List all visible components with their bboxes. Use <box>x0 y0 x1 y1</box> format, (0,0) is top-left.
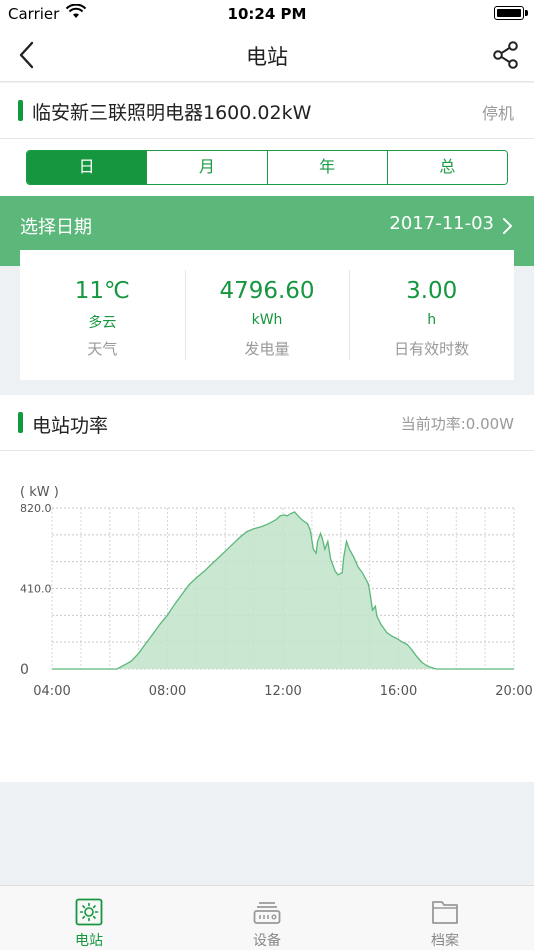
x-tick-label: 12:00 <box>264 684 301 699</box>
power-chart-panel: ( kW ) 820.0 410.0 0 04:00 08:00 12:00 16:00 20:… <box>0 451 534 782</box>
stat-unit: h <box>427 312 437 328</box>
x-tick-label: 20:00 <box>495 684 532 699</box>
date-selector-label: 选择日期 <box>20 217 92 238</box>
bottom-tab-bar: 电站 设备 档案 <box>0 885 534 950</box>
current-power: 当前功率:0.00W <box>400 415 514 433</box>
tabbar-item-device[interactable]: 设备 <box>178 886 356 950</box>
inverter-icon <box>253 898 281 926</box>
battery-icon <box>494 6 528 20</box>
stat-caption: 发电量 <box>244 340 290 358</box>
stat-value: 11℃ <box>74 278 130 304</box>
tab-total[interactable]: 总 <box>387 151 507 184</box>
power-section-header: 电站功率 当前功率:0.00W <box>0 395 534 451</box>
period-tabs-container: 日 月 年 总 <box>0 139 534 196</box>
section-marker <box>18 100 23 121</box>
station-header: 临安新三联照明电器1600.02kW 停机 <box>0 83 534 139</box>
y-tick-label: 0 <box>20 662 29 678</box>
y-tick-label: 820.0 <box>20 502 52 515</box>
y-axis-label: ( kW ) <box>20 485 59 500</box>
selected-date: 2017-11-03 <box>389 213 494 234</box>
section-marker <box>18 412 23 433</box>
weather-stat: 11℃ 多云 天气 <box>20 250 185 380</box>
tab-day[interactable]: 日 <box>27 151 148 184</box>
stat-unit: 多云 <box>88 315 117 331</box>
stat-value: 4796.60 <box>219 278 315 304</box>
y-tick-label: 410.0 <box>20 583 52 596</box>
tabbar-item-station[interactable]: 电站 <box>0 886 178 950</box>
generation-stat: 4796.60 kWh 发电量 <box>184 250 350 380</box>
tabbar-item-archive[interactable]: 档案 <box>356 886 534 950</box>
nav-bar: 电站 <box>0 28 534 82</box>
effective-hours-stat: 3.00 h 日有效时数 <box>349 250 514 380</box>
folder-icon <box>431 898 459 926</box>
station-name: 临安新三联照明电器1600.02kW <box>32 102 312 124</box>
tab-year[interactable]: 年 <box>267 151 388 184</box>
station-status: 停机 <box>481 104 514 123</box>
share-icon[interactable] <box>490 39 522 71</box>
power-title: 电站功率 <box>32 415 109 437</box>
power-area <box>52 511 514 669</box>
stat-value: 3.00 <box>406 278 458 304</box>
page-title: 电站 <box>246 45 288 69</box>
x-tick-label: 08:00 <box>149 684 186 699</box>
chevron-right-icon <box>500 216 514 236</box>
stat-caption: 日有效时数 <box>394 340 470 358</box>
period-tabs: 日 月 年 总 <box>26 150 508 185</box>
status-bar: Carrier 10:24 PM <box>0 0 534 28</box>
sun-icon <box>75 898 103 926</box>
x-tick-label: 16:00 <box>380 684 417 699</box>
x-tick-label: 04:00 <box>33 684 70 699</box>
tabbar-label: 设备 <box>253 933 281 949</box>
stat-caption: 天气 <box>87 340 118 358</box>
stats-card: 11℃ 多云 天气 4796.60 kWh 发电量 3.00 h 日有效时数 <box>20 250 514 380</box>
tab-month[interactable]: 月 <box>147 151 268 184</box>
power-chart[interactable]: ( kW ) 820.0 410.0 0 04:00 08:00 12:00 16:00 20:… <box>0 451 534 782</box>
tabbar-label: 电站 <box>75 933 103 949</box>
stat-unit: kWh <box>251 312 283 328</box>
clock: 10:24 PM <box>227 5 307 23</box>
tabbar-label: 档案 <box>431 933 459 949</box>
